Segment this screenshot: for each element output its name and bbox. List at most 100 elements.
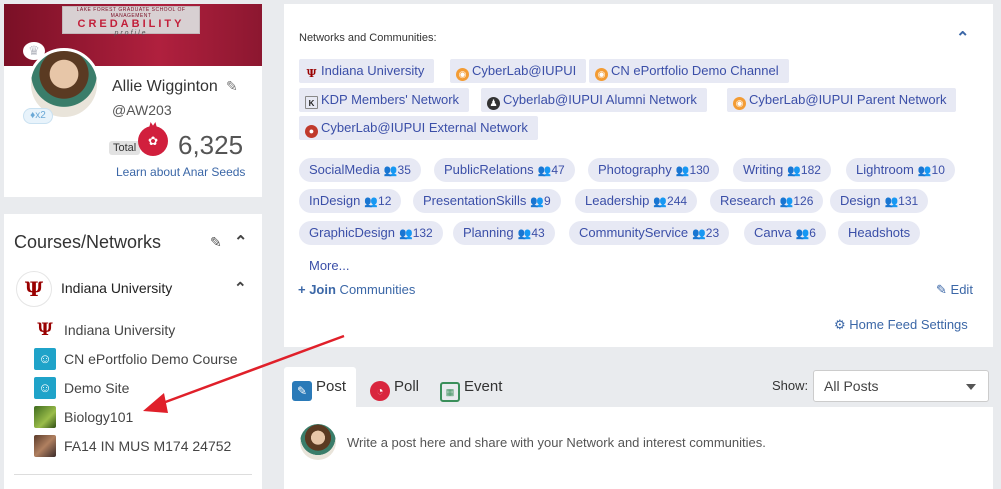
divider	[14, 474, 252, 475]
collapse-courses-chevron-up-icon[interactable]: ⌃	[234, 232, 247, 252]
kdp-logo-icon: K	[305, 96, 318, 109]
edit-courses-pencil-icon[interactable]: ✎	[210, 234, 222, 251]
community-tag-count: 9	[544, 194, 551, 208]
course-item-label: Biology101	[64, 409, 134, 425]
join-communities-link[interactable]: + Join Communities	[298, 282, 415, 297]
network-chip-label: CN ePortfolio Demo Channel	[611, 63, 779, 78]
community-tag[interactable]: GraphicDesign 👥132	[299, 221, 443, 245]
community-tag-count: 132	[412, 226, 433, 240]
network-chip-label: CyberLab@IUPUI External Network	[321, 120, 528, 135]
course-item-label: Demo Site	[64, 380, 130, 396]
edit-communities-link[interactable]: ✎ Edit	[936, 282, 973, 298]
community-tag[interactable]: Planning 👥43	[453, 221, 555, 245]
network-chip[interactable]: ● CyberLab@IUPUI External Network	[299, 116, 538, 140]
community-tag[interactable]: CommunityService 👥23	[569, 221, 730, 245]
community-tag-count: 130	[689, 163, 710, 177]
network-chip-label: Indiana University	[321, 63, 425, 78]
edit-profile-pencil-icon[interactable]: ✎	[226, 78, 238, 95]
cyberlab-external-icon: ●	[305, 125, 318, 138]
join-suffix: Communities	[335, 282, 416, 297]
community-tag-count: 131	[898, 194, 919, 208]
collapse-networks-chevron-up-icon[interactable]: ⌃	[956, 28, 969, 48]
tab-post-label: Post	[316, 378, 347, 395]
cyberlab-parent-icon: ◉	[733, 97, 746, 110]
community-tag-label: CommunityService	[579, 225, 689, 240]
show-label: Show:	[772, 378, 809, 393]
tab-poll[interactable]: ◔ Poll	[362, 367, 426, 407]
courses-networks-card: Courses/Networks ✎ ⌃ Ψ Indiana Universit…	[4, 214, 262, 489]
community-tag[interactable]: Leadership 👥244	[575, 189, 698, 213]
network-chip[interactable]: ◉ CyberLab@IUPUI	[450, 59, 587, 83]
more-communities-link[interactable]: More...	[309, 258, 349, 273]
iu-trident-icon: Ψ	[37, 320, 53, 340]
community-tag-count: 244	[667, 194, 688, 208]
demo-site-icon: ☺	[34, 377, 56, 399]
tab-event[interactable]: ▦ Event	[432, 367, 512, 407]
people-icon: 👥	[675, 165, 690, 177]
courses-title: Courses/Networks	[14, 232, 162, 252]
community-tag-label: Headshots	[848, 225, 911, 240]
community-tag[interactable]: Lightroom 👥10	[846, 158, 955, 182]
community-tag-count: 23	[705, 226, 720, 240]
people-icon: 👥	[884, 196, 899, 208]
community-tag-label: Writing	[743, 162, 784, 177]
community-tag[interactable]: Design 👥131	[830, 189, 929, 213]
networks-communities-card: Networks and Communities: ⌃ Ψ Indiana Uni…	[284, 4, 993, 347]
compose-placeholder[interactable]: Write a post here and share with your Ne…	[347, 435, 766, 450]
tab-post[interactable]: ✎ Post	[284, 367, 356, 407]
community-tag[interactable]: PresentationSkills 👥9	[413, 189, 561, 213]
people-icon: 👥	[537, 165, 552, 177]
cover-logo-line2: CREDABILITY	[77, 18, 185, 30]
community-tag[interactable]: Canva 👥6	[744, 221, 826, 245]
community-tag[interactable]: Headshots	[838, 221, 921, 245]
cover-logo-line3: profile	[114, 30, 148, 37]
network-chip[interactable]: ◉ CyberLab@IUPUI Parent Network	[727, 88, 957, 112]
profile-card: LAKE FOREST GRADUATE SCHOOL OF MANAGEMEN…	[4, 4, 262, 197]
course-item[interactable]: Ψ Indiana University	[34, 318, 254, 342]
community-tag-label: Leadership	[585, 193, 650, 208]
network-chip[interactable]: Ψ Indiana University	[299, 59, 435, 83]
community-tag-label: Lightroom	[856, 162, 914, 177]
total-badge: Total	[109, 141, 141, 155]
feed-settings-label: Home Feed Settings	[849, 317, 968, 332]
community-tag-label: SocialMedia	[309, 162, 380, 177]
course-item[interactable]: ☺ CN ePortfolio Demo Course	[34, 347, 254, 371]
community-tag[interactable]: InDesign 👥12	[299, 189, 402, 213]
community-tag[interactable]: Writing 👥182	[733, 158, 831, 182]
compose-box[interactable]: Write a post here and share with your Ne…	[284, 407, 993, 489]
network-chip[interactable]: K KDP Members' Network	[299, 88, 470, 112]
community-tag-count: 43	[531, 226, 545, 240]
community-tag-label: InDesign	[309, 193, 361, 208]
university-name: Indiana University	[61, 280, 173, 296]
iu-logo-icon: Ψ	[16, 271, 52, 307]
caret-down-icon	[966, 384, 976, 390]
cyberlab-icon: ◉	[456, 68, 469, 81]
course-item-label: CN ePortfolio Demo Course	[64, 351, 238, 367]
cn-channel-icon: ◉	[595, 68, 608, 81]
community-tag[interactable]: Photography 👥130	[588, 158, 720, 182]
people-icon: 👥	[383, 165, 398, 177]
avatar	[300, 424, 336, 460]
feather-icon: ✎	[292, 381, 312, 401]
course-item[interactable]: Biology101	[34, 405, 254, 429]
crown-icon: ♛	[23, 42, 45, 60]
network-chip[interactable]: ◉ CN ePortfolio Demo Channel	[589, 59, 789, 83]
community-tag-label: Design	[840, 193, 881, 208]
community-tag-label: Planning	[463, 225, 514, 240]
cover-logo: LAKE FOREST GRADUATE SCHOOL OF MANAGEMEN…	[62, 6, 200, 37]
collapse-university-chevron-up-icon[interactable]: ⌃	[234, 279, 247, 297]
show-filter-select[interactable]: All Posts	[813, 370, 989, 402]
course-item[interactable]: FA14 IN MUS M174 24752	[34, 434, 254, 458]
community-tag[interactable]: Research 👥126	[710, 189, 824, 213]
community-tag[interactable]: PublicRelations 👥47	[434, 158, 575, 182]
gear-icon: ⚙	[834, 317, 846, 332]
people-icon: 👥	[399, 228, 413, 240]
learn-anar-seeds-link[interactable]: Learn about Anar Seeds	[116, 165, 245, 179]
university-row[interactable]: Ψ Indiana University ⌃	[14, 269, 252, 309]
network-chip[interactable]: ♟ Cyberlab@IUPUI Alumni Network	[481, 88, 707, 112]
people-icon: 👥	[917, 165, 932, 177]
graduate-icon: ♟	[487, 97, 500, 110]
community-tag[interactable]: SocialMedia 👥35	[299, 158, 421, 182]
home-feed-settings-link[interactable]: ⚙ Home Feed Settings	[834, 317, 968, 333]
course-item[interactable]: ☺ Demo Site	[34, 376, 254, 400]
